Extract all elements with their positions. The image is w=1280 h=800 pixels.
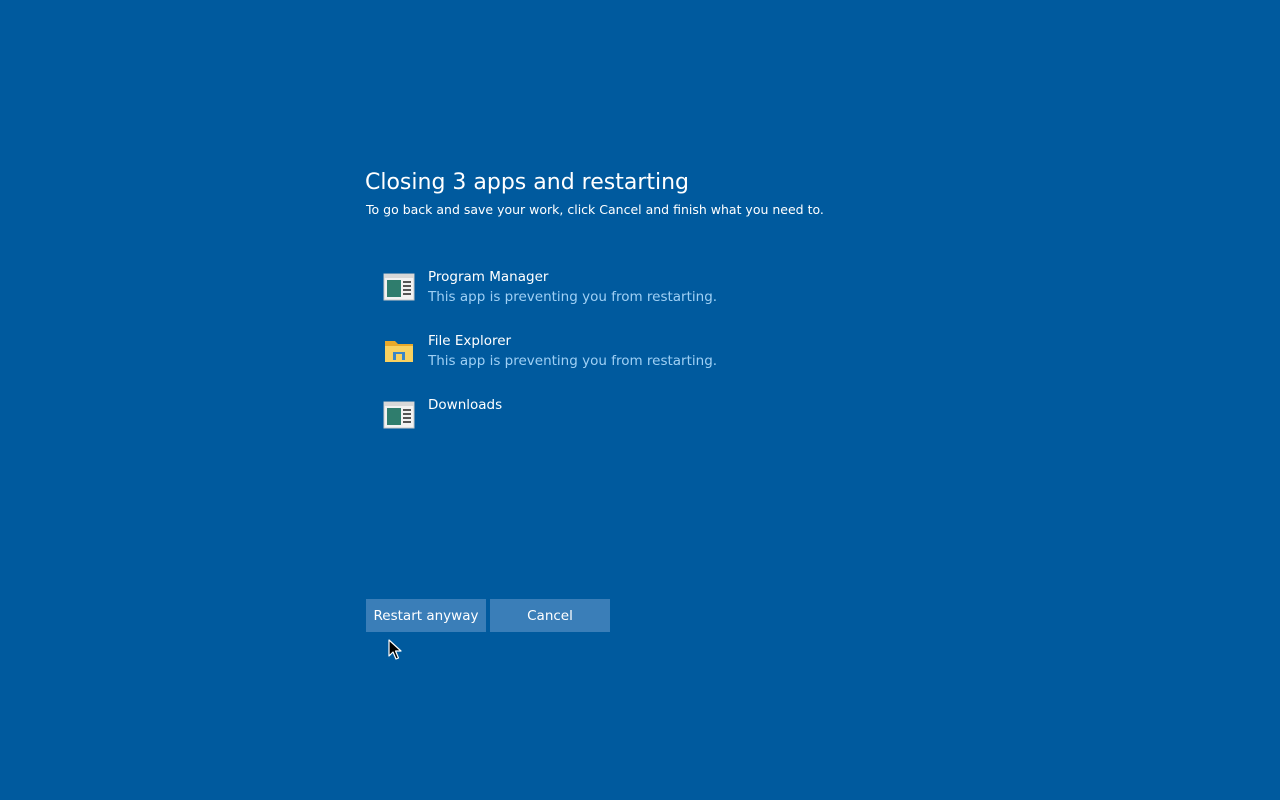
restart-screen: Closing 3 apps and restarting To go back… bbox=[0, 0, 1280, 800]
restart-anyway-button[interactable]: Restart anyway bbox=[366, 599, 486, 632]
app-name: Program Manager bbox=[428, 269, 549, 285]
app-name: File Explorer bbox=[428, 333, 512, 349]
folder-icon bbox=[385, 341, 413, 362]
app-item-program-manager: Program Manager This app is preventing y… bbox=[383, 268, 883, 332]
app-item-file-explorer: File Explorer This app is preventing you… bbox=[383, 332, 883, 396]
button-row: Restart anyway Cancel bbox=[366, 599, 610, 632]
cancel-button[interactable]: Cancel bbox=[490, 599, 610, 632]
program-manager-icon bbox=[383, 273, 415, 301]
page-title: Closing 3 apps and restarting bbox=[365, 170, 690, 195]
app-list: Program Manager This app is preventing y… bbox=[383, 268, 883, 460]
window-icon bbox=[383, 401, 415, 429]
app-status: This app is preventing you from restarti… bbox=[428, 353, 718, 369]
page-subtitle: To go back and save your work, click Can… bbox=[366, 202, 824, 217]
app-status: This app is preventing you from restarti… bbox=[428, 289, 718, 305]
app-name: Downloads bbox=[428, 397, 503, 413]
app-item-downloads: Downloads bbox=[383, 396, 883, 460]
mouse-pointer-icon bbox=[388, 639, 402, 660]
